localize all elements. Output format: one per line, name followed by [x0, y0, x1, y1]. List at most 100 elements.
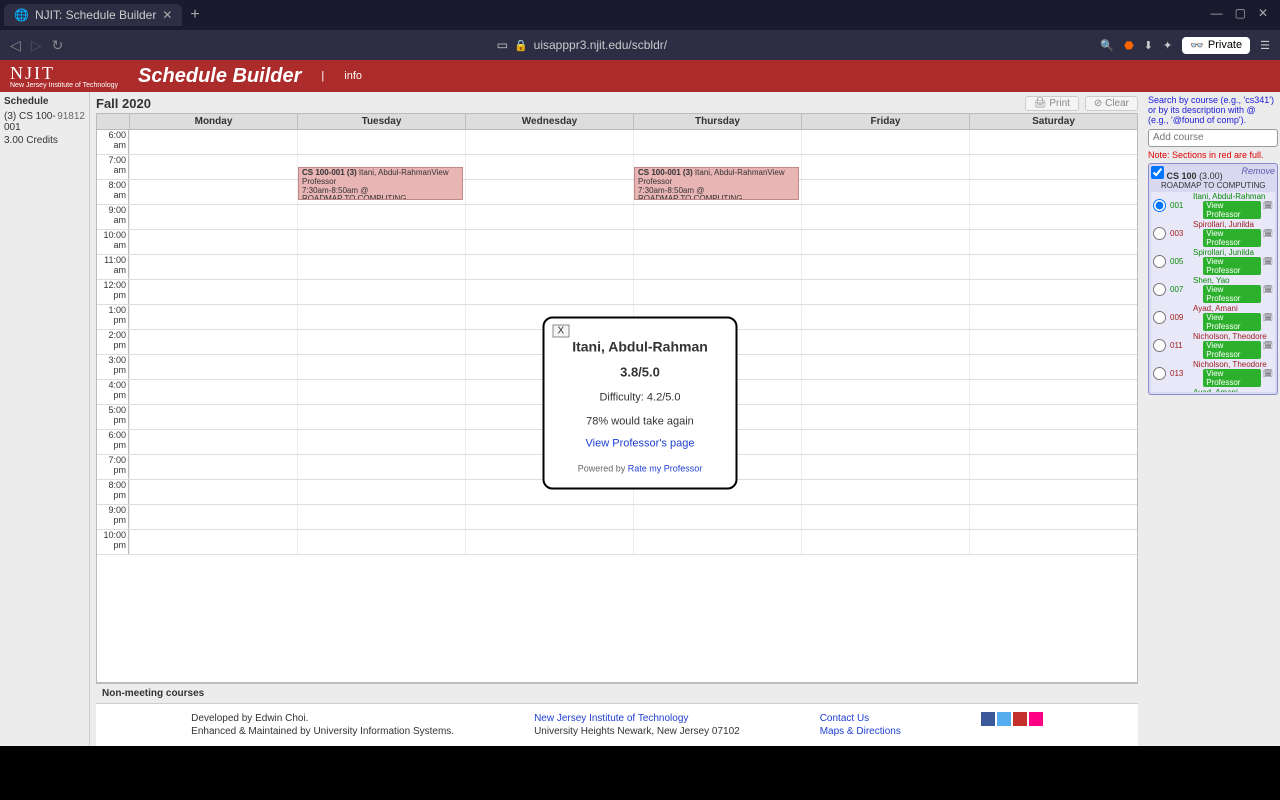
back-button[interactable]: ◁: [10, 37, 21, 54]
address-bar: ◁ ▷ ↻ ▭ 🔒 uisapppr3.njit.edu/scbldr/ 🔍 ⬣…: [0, 30, 1280, 60]
schedule-item[interactable]: (3) CS 100-001 91812: [4, 111, 85, 133]
section-row[interactable]: 001Itani, Abdul-RahmanView Professor🗓: [1151, 192, 1275, 220]
calendar-icon[interactable]: 🗓: [1263, 313, 1273, 322]
calendar-cell: [297, 230, 465, 254]
info-link[interactable]: info: [344, 70, 362, 82]
calendar-cell: [801, 205, 969, 229]
calendar-cell: [129, 280, 297, 304]
calendar-icon[interactable]: 🗓: [1263, 229, 1273, 238]
youtube-icon[interactable]: [1013, 712, 1027, 726]
clear-button[interactable]: ⊘ Clear: [1085, 96, 1138, 111]
rmp-source-link[interactable]: Rate my Professor: [628, 464, 703, 474]
calendar-cell: [801, 255, 969, 279]
zoom-icon[interactable]: 🔍: [1100, 39, 1114, 52]
flickr-icon[interactable]: [1029, 712, 1043, 726]
extensions-icon[interactable]: ✦: [1163, 39, 1172, 52]
course-card: CS 100 (3.00) Remove ROADMAP TO COMPUTIN…: [1148, 163, 1278, 395]
view-professor-button[interactable]: View Professor: [1203, 285, 1261, 303]
calendar-cell: [297, 205, 465, 229]
section-radio[interactable]: [1153, 227, 1166, 240]
time-label: 4:00 pm: [97, 380, 129, 404]
time-label: 6:00 am: [97, 130, 129, 154]
facebook-icon[interactable]: [981, 712, 995, 726]
calendar-icon[interactable]: 🗓: [1263, 285, 1273, 294]
tab-bar: 🌐 NJIT: Schedule Builder ✕ +: [0, 0, 1280, 30]
print-button[interactable]: 🖨 Print: [1025, 96, 1079, 111]
bookmark-icon[interactable]: ▭: [497, 38, 508, 52]
calendar-cell: [969, 130, 1137, 154]
calendar-cell: [969, 380, 1137, 404]
calendar-cell: [801, 180, 969, 204]
calendar-icon[interactable]: 🗓: [1263, 201, 1273, 210]
download-icon[interactable]: ⬇: [1144, 39, 1153, 52]
time-label: 2:00 pm: [97, 330, 129, 354]
calendar-cell: [297, 280, 465, 304]
url-field[interactable]: ▭ 🔒 uisapppr3.njit.edu/scbldr/: [73, 38, 1090, 52]
calendar-cell: [297, 255, 465, 279]
modal-rmp-link[interactable]: View Professor's page: [565, 438, 716, 450]
search-box[interactable]: 🔍: [1148, 129, 1278, 147]
close-tab-icon[interactable]: ✕: [162, 8, 172, 22]
twitter-icon[interactable]: [997, 712, 1011, 726]
mask-icon: 👓: [1190, 39, 1204, 52]
calendar-cell: [129, 180, 297, 204]
section-row[interactable]: 009Ayad, AmaniView Professor🗓: [1151, 304, 1275, 332]
section-row[interactable]: 011Nicholson, TheodoreView Professor🗓: [1151, 332, 1275, 360]
time-label: 7:00 pm: [97, 455, 129, 479]
section-radio[interactable]: [1153, 283, 1166, 296]
view-professor-button[interactable]: View Professor: [1203, 313, 1261, 331]
course-panel: Search by course (e.g., 'cs341') or by i…: [1144, 92, 1280, 746]
close-window-icon[interactable]: ✕: [1258, 6, 1268, 20]
calendar-icon[interactable]: 🗓: [1263, 369, 1273, 378]
forward-button[interactable]: ▷: [31, 37, 42, 54]
view-professor-button[interactable]: View Professor: [1203, 229, 1261, 247]
calendar-icon[interactable]: 🗓: [1263, 341, 1273, 350]
new-tab-button[interactable]: +: [190, 6, 199, 24]
section-row[interactable]: 003Spirollari, JunildaView Professor🗓: [1151, 220, 1275, 248]
view-professor-button[interactable]: View Professor: [1203, 201, 1261, 219]
course-checkbox[interactable]: [1151, 166, 1164, 179]
menu-icon[interactable]: ☰: [1260, 39, 1270, 52]
calendar-cell: [801, 505, 969, 529]
section-row[interactable]: 007Shen, YaoView Professor🗓: [1151, 276, 1275, 304]
njit-link[interactable]: New Jersey Institute of Technology: [534, 713, 688, 724]
section-radio[interactable]: [1153, 339, 1166, 352]
section-radio[interactable]: [1153, 367, 1166, 380]
footer: Developed by Edwin Choi. Enhanced & Main…: [96, 703, 1138, 746]
maximize-icon[interactable]: ▢: [1235, 6, 1246, 20]
time-label: 10:00 am: [97, 230, 129, 254]
section-number: 007: [1170, 285, 1189, 294]
view-professor-button[interactable]: View Professor: [1203, 257, 1261, 275]
search-input[interactable]: [1149, 132, 1280, 143]
modal-close-button[interactable]: X: [553, 325, 570, 338]
remove-course[interactable]: Remove: [1241, 166, 1275, 181]
day-header: Saturday: [969, 114, 1137, 129]
calendar-icon[interactable]: 🗓: [1263, 257, 1273, 266]
section-number: 005: [1170, 257, 1189, 266]
section-row[interactable]: 013Nicholson, TheodoreView Professor🗓: [1151, 360, 1275, 388]
section-radio[interactable]: [1153, 255, 1166, 268]
reload-button[interactable]: ↻: [52, 37, 64, 54]
calendar-cell: [633, 230, 801, 254]
calendar-cell: [297, 380, 465, 404]
maps-link[interactable]: Maps & Directions: [820, 726, 901, 737]
view-professor-button[interactable]: View Professor: [1203, 341, 1261, 359]
calendar-cell: CS 100-001 (3) Itani, Abdul-RahmanView P…: [297, 155, 465, 179]
section-row[interactable]: 005Spirollari, JunildaView Professor🗓: [1151, 248, 1275, 276]
calendar-cell: [969, 305, 1137, 329]
view-professor-button[interactable]: View Professor: [1203, 369, 1261, 387]
window-controls[interactable]: — ▢ ✕: [1199, 0, 1280, 26]
minimize-icon[interactable]: —: [1211, 6, 1223, 20]
lock-icon: 🔒: [514, 39, 528, 52]
calendar-cell: [297, 305, 465, 329]
shield-icon[interactable]: ⬣: [1124, 39, 1134, 52]
section-radio[interactable]: [1153, 311, 1166, 324]
section-radio[interactable]: [1153, 199, 1166, 212]
section-row[interactable]: 015Ayad, AmaniView Professor🗓: [1151, 388, 1275, 392]
calendar-cell: [969, 330, 1137, 354]
calendar-cell: [129, 430, 297, 454]
calendar-cell: [129, 480, 297, 504]
contact-link[interactable]: Contact Us: [820, 713, 869, 724]
browser-tab[interactable]: 🌐 NJIT: Schedule Builder ✕: [4, 4, 182, 26]
calendar-cell: [969, 280, 1137, 304]
